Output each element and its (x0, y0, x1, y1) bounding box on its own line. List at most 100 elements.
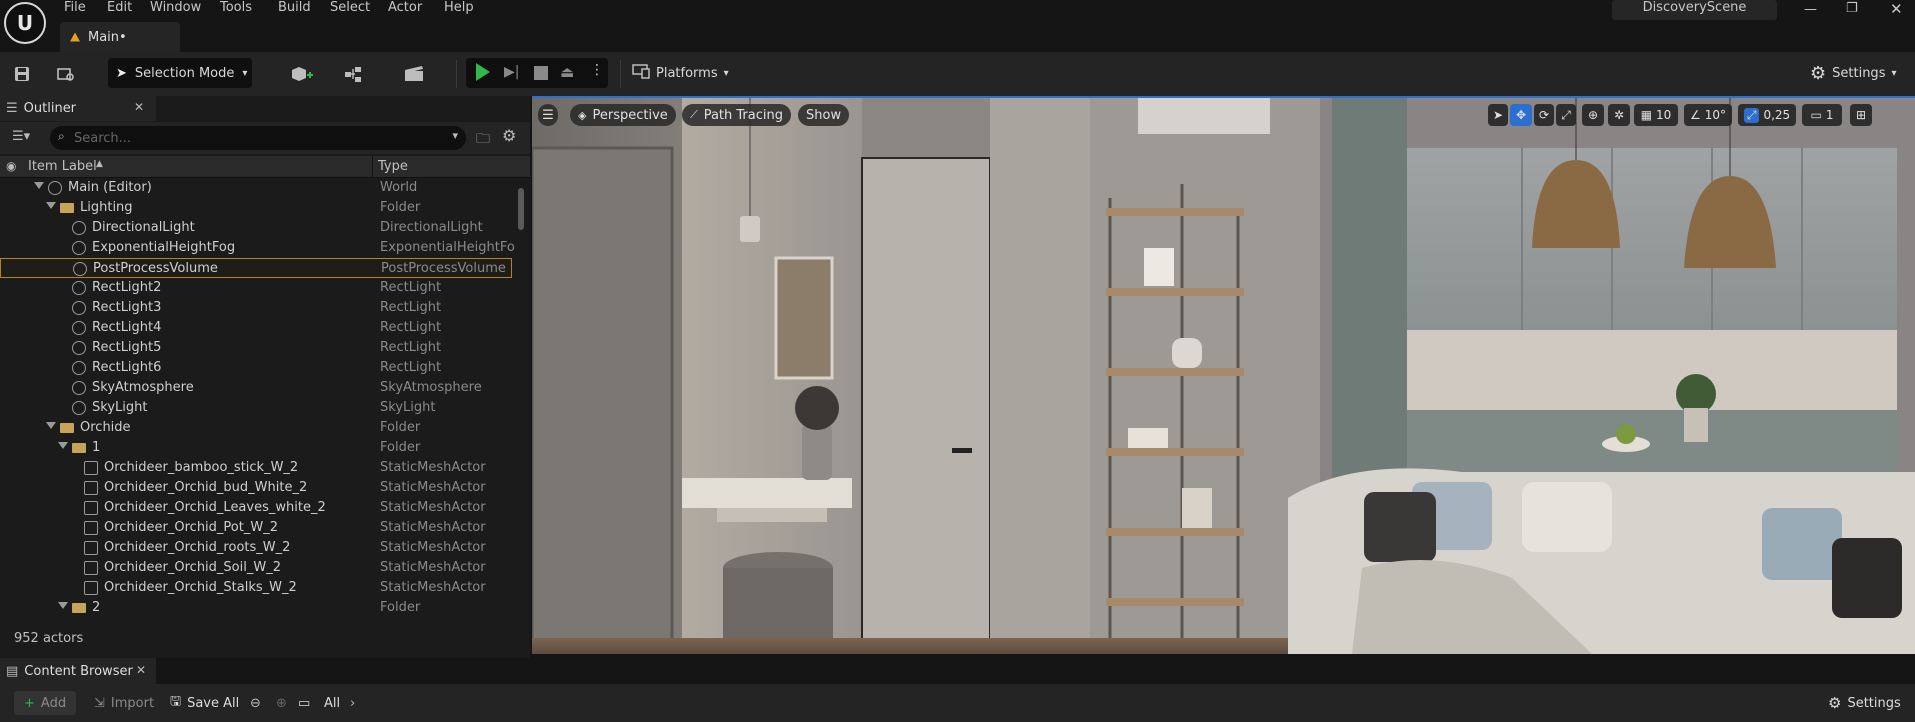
gear-icon[interactable]: ⚙ (502, 126, 516, 145)
viewport-scene-render[interactable] (532, 98, 1915, 654)
outliner-row[interactable]: RectLight5 RectLight (0, 338, 512, 358)
column-type[interactable]: Type (378, 159, 408, 174)
outliner-row[interactable]: 2 Folder (0, 598, 512, 614)
expand-arrow-icon[interactable] (58, 602, 68, 609)
show-label: Show (806, 107, 842, 123)
play-icon[interactable] (476, 63, 490, 81)
menu-window[interactable]: Window (150, 0, 201, 15)
outliner-scrollbar[interactable] (518, 188, 524, 230)
visibility-eye-icon[interactable]: ◉ (6, 159, 16, 173)
history-forward-icon[interactable]: ⊕ (276, 691, 287, 715)
chevron-right-icon[interactable]: › (350, 691, 355, 715)
step-icon[interactable]: ▶| (504, 64, 519, 80)
folder-icon[interactable]: ▭ (298, 691, 310, 715)
view-mode-button[interactable]: ⟋ Path Tracing (682, 104, 791, 126)
restore-icon[interactable]: ❐ (1846, 1, 1858, 16)
outliner-row[interactable]: DirectionalLight DirectionalLight (0, 218, 512, 238)
add-actor-icon[interactable] (282, 60, 322, 88)
outliner-row[interactable]: RectLight2 RectLight (0, 278, 512, 298)
outliner-tab[interactable]: ☰ Outliner ✕ (0, 96, 156, 121)
outliner-row-type: ExponentialHeightFog (380, 240, 515, 255)
outliner-row[interactable]: ExponentialHeightFog ExponentialHeightFog (0, 238, 515, 258)
scale-snap-button[interactable]: ⤢ 0,25 (1738, 104, 1796, 126)
plus-icon: + (24, 695, 35, 711)
stop-icon[interactable] (534, 66, 548, 80)
outliner-row[interactable]: SkyAtmosphere SkyAtmosphere (0, 378, 512, 398)
world-space-icon[interactable]: ⊕ (1582, 104, 1604, 126)
show-button[interactable]: Show (798, 104, 850, 126)
surface-snap-icon[interactable]: ✲ (1608, 104, 1630, 126)
more-options-icon[interactable]: ⋮ (590, 62, 604, 78)
outliner-row[interactable]: SkyLight SkyLight (0, 398, 512, 418)
menu-select[interactable]: Select (330, 0, 370, 15)
level-tab-main[interactable]: Main• (60, 22, 180, 52)
close-window-icon[interactable]: ✕ (1890, 0, 1903, 18)
expand-arrow-icon[interactable] (58, 442, 68, 449)
close-icon[interactable]: ✕ (134, 100, 144, 114)
expand-arrow-icon[interactable] (46, 422, 56, 429)
content-browser-tab[interactable]: ▤ Content Browser ✕ (0, 658, 156, 684)
column-divider (372, 156, 373, 178)
outliner-row[interactable]: Orchideer_Orchid_Soil_W_2 StaticMeshActor (0, 558, 512, 578)
rotate-tool-icon[interactable]: ⟳ (1534, 104, 1554, 126)
select-tool-icon[interactable]: ➤ (1488, 104, 1508, 126)
outliner-row[interactable]: Orchideer_Orchid_Leaves_white_2 StaticMes… (0, 498, 512, 518)
add-button[interactable]: + Add (14, 691, 76, 715)
outliner-row[interactable]: Orchideer_bamboo_stick_W_2 StaticMeshActo… (0, 458, 512, 478)
menu-build[interactable]: Build (278, 0, 311, 15)
outliner-search-input[interactable]: ⌕ Search... ▾ (50, 126, 466, 150)
menu-tools[interactable]: Tools (220, 0, 252, 15)
filter-icon[interactable]: ☰▾ (12, 129, 30, 144)
outliner-row[interactable]: RectLight4 RectLight (0, 318, 512, 338)
outliner-row[interactable]: Lighting Folder (0, 198, 512, 218)
level-viewport[interactable]: ☰ ◈ Perspective ⟋ Path Tracing Show ➤ ✥ … (532, 96, 1915, 654)
column-item-label[interactable]: Item Label (28, 159, 97, 174)
import-button[interactable]: ⇲ Import (94, 691, 154, 715)
outliner-row[interactable]: RectLight6 RectLight (0, 358, 512, 378)
expand-arrow-icon[interactable] (34, 182, 44, 189)
minimize-icon[interactable]: — (1804, 2, 1817, 17)
outliner-row[interactable]: 1 Folder (0, 438, 512, 458)
expand-arrow-icon[interactable] (46, 202, 56, 209)
platforms-label: Platforms (656, 65, 718, 81)
cinematics-icon[interactable] (396, 60, 436, 88)
outliner-row[interactable]: Orchide Folder (0, 418, 512, 438)
eject-icon[interactable]: ⏏ (560, 63, 574, 81)
outliner-row[interactable]: Orchideer_Orchid_Stalks_W_2 StaticMeshAct… (0, 578, 512, 598)
outliner-row[interactable]: Main (Editor) World (0, 178, 512, 198)
history-back-icon[interactable]: ⊖ (250, 691, 261, 715)
content-browser-settings-button[interactable]: ⚙ Settings (1828, 691, 1901, 715)
scale-tool-icon[interactable]: ⤢ (1556, 104, 1576, 126)
layout-icon[interactable]: ⊞ (1850, 104, 1872, 126)
menu-help[interactable]: Help (444, 0, 474, 15)
blueprint-icon[interactable] (336, 60, 376, 88)
translate-tool-icon[interactable]: ✥ (1510, 104, 1532, 126)
menu-actor[interactable]: Actor (388, 0, 422, 15)
unreal-logo-icon[interactable]: U (4, 2, 46, 44)
outliner-row-label: Orchideer_Orchid_Pot_W_2 (104, 520, 278, 535)
path-breadcrumb-all[interactable]: All (324, 691, 340, 715)
outliner-row[interactable]: Orchideer_Orchid_bud_White_2 StaticMeshAc… (0, 478, 512, 498)
platforms-dropdown[interactable]: Platforms ▾ (632, 58, 740, 88)
menu-edit[interactable]: Edit (107, 0, 132, 15)
save-all-button[interactable]: 🖫 Save All (170, 691, 239, 715)
selection-mode-dropdown[interactable]: ➤ Selection Mode ▾ (108, 58, 252, 88)
outliner-row[interactable]: Orchideer_Orchid_roots_W_2 StaticMeshActo… (0, 538, 512, 558)
selection-mode-label: Selection Mode (134, 65, 235, 81)
viewport-menu-icon[interactable]: ☰ (538, 104, 558, 126)
camera-speed-button[interactable]: ▭ 1 (1802, 104, 1842, 126)
outliner-row[interactable]: PostProcessVolume PostProcessVolume (0, 258, 512, 278)
menu-file[interactable]: File (64, 0, 86, 15)
add-folder-icon[interactable]: 🗀 (476, 128, 490, 152)
camera-icon: ▭ (1810, 108, 1822, 122)
level-tab-label: Main• (88, 29, 127, 45)
save-icon[interactable] (8, 60, 36, 88)
close-icon[interactable]: ✕ (136, 663, 146, 677)
grid-snap-button[interactable]: ▦ 10 (1634, 104, 1678, 126)
outliner-row[interactable]: RectLight3 RectLight (0, 298, 512, 318)
browse-level-icon[interactable] (52, 60, 80, 88)
outliner-row[interactable]: Orchideer_Orchid_Pot_W_2 StaticMeshActor (0, 518, 512, 538)
settings-dropdown[interactable]: ⚙ Settings ▾ (1810, 58, 1910, 88)
rotation-snap-button[interactable]: ∠ 10° (1684, 104, 1732, 126)
perspective-button[interactable]: ◈ Perspective (570, 104, 676, 126)
